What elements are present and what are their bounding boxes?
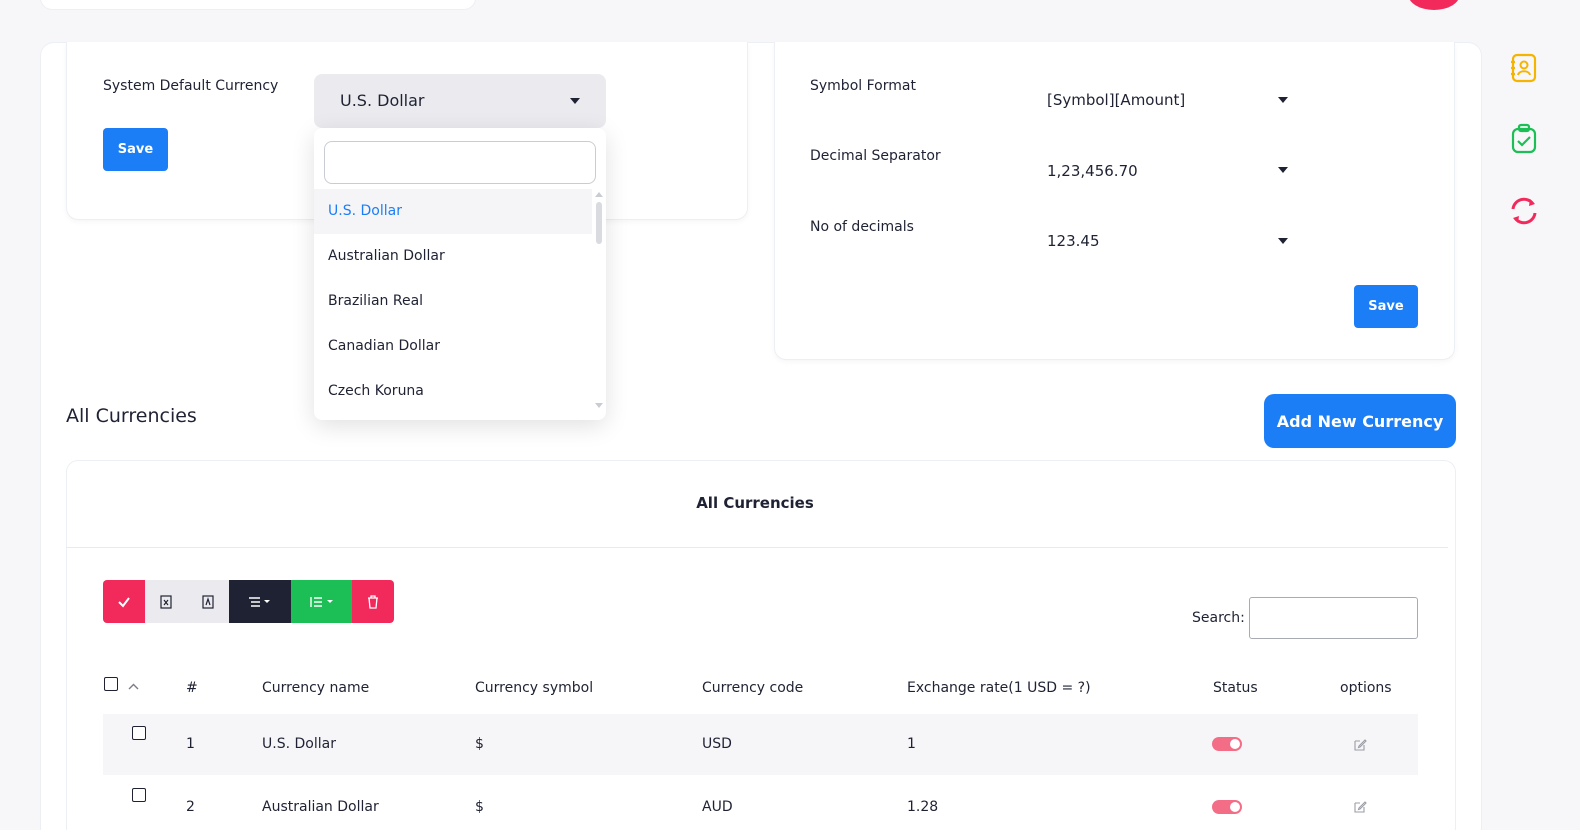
symbol-format-select[interactable]: [Symbol][Amount] — [1047, 91, 1185, 109]
trash-icon — [368, 594, 378, 609]
decimal-separator-select[interactable]: 1,23,456.70 — [1047, 162, 1138, 180]
pdf-file-icon — [202, 594, 214, 609]
contact-book-icon[interactable] — [1508, 52, 1540, 84]
currency-symbol: $ — [475, 799, 484, 815]
column-header-rate[interactable]: Exchange rate(1 USD = ?) — [907, 680, 1091, 696]
list-icon — [249, 596, 270, 607]
column-header-name[interactable]: Currency name — [262, 680, 369, 696]
column-header-number[interactable]: # — [186, 680, 198, 696]
scroll-up-icon[interactable] — [595, 192, 603, 197]
export-excel-button[interactable] — [145, 580, 187, 623]
table-search-input[interactable] — [1249, 597, 1418, 639]
default-currency-selected: U.S. Dollar — [340, 91, 425, 110]
chevron-down-icon[interactable] — [1278, 167, 1288, 173]
dropdown-option[interactable]: Canadian Dollar — [314, 324, 592, 369]
default-currency-save-button[interactable]: Save — [103, 128, 168, 171]
row-number: 2 — [186, 799, 195, 815]
column-header-symbol[interactable]: Currency symbol — [475, 680, 593, 696]
currency-code: AUD — [702, 799, 733, 815]
dropdown-option[interactable]: U.S. Dollar — [314, 189, 592, 234]
top-search-bar[interactable] — [40, 0, 476, 10]
symbol-format-label: Symbol Format — [810, 78, 916, 94]
currency-dropdown: U.S. Dollar Australian Dollar Brazilian … — [314, 128, 606, 420]
no-of-decimals-select[interactable]: 123.45 — [1047, 232, 1100, 250]
dropdown-option[interactable]: Brazilian Real — [314, 279, 592, 324]
section-title: All Currencies — [66, 405, 197, 427]
decimal-separator-label: Decimal Separator — [810, 148, 941, 164]
check-icon — [118, 596, 130, 608]
chevron-down-icon[interactable] — [1278, 238, 1288, 244]
default-currency-select[interactable]: U.S. Dollar — [314, 74, 606, 128]
row-checkbox[interactable] — [132, 788, 146, 802]
chevron-down-icon[interactable] — [1278, 97, 1288, 103]
table-card-title: All Currencies — [696, 494, 814, 512]
divider — [66, 547, 1448, 548]
dropdown-option[interactable]: Czech Koruna — [314, 369, 592, 414]
column-header-options: options — [1340, 680, 1392, 696]
scroll-down-icon[interactable] — [595, 403, 603, 408]
table-toolbar — [103, 580, 394, 623]
dropdown-scrollbar[interactable] — [596, 202, 602, 244]
avatar[interactable] — [1408, 0, 1460, 10]
exchange-rate: 1 — [907, 736, 916, 752]
sync-icon[interactable] — [1508, 195, 1540, 227]
currency-name: Australian Dollar — [262, 799, 379, 815]
select-all-button[interactable] — [103, 580, 145, 623]
column-header-status[interactable]: Status — [1213, 680, 1258, 696]
select-all-checkbox[interactable] — [104, 677, 118, 691]
dropdown-search-input[interactable] — [324, 141, 596, 184]
export-pdf-button[interactable] — [187, 580, 229, 623]
chevron-up-icon[interactable] — [128, 683, 139, 690]
chevron-down-icon — [570, 98, 580, 104]
columns-menu-button[interactable] — [229, 580, 291, 623]
format-save-button[interactable]: Save — [1354, 285, 1418, 328]
edit-icon[interactable] — [1354, 738, 1367, 751]
currency-code: USD — [702, 736, 732, 752]
dropdown-option[interactable]: Australian Dollar — [314, 234, 592, 279]
add-new-currency-button[interactable]: Add New Currency — [1264, 394, 1456, 448]
exchange-rate: 1.28 — [907, 799, 939, 815]
clipboard-check-icon[interactable] — [1508, 123, 1540, 155]
row-checkbox[interactable] — [132, 726, 146, 740]
default-currency-label: System Default Currency — [103, 78, 279, 94]
no-of-decimals-label: No of decimals — [810, 219, 914, 235]
currency-symbol: $ — [475, 736, 484, 752]
ordered-list-icon — [309, 596, 333, 607]
row-number: 1 — [186, 736, 195, 752]
column-header-code[interactable]: Currency code — [702, 680, 803, 696]
sort-menu-button[interactable] — [291, 580, 352, 623]
search-label: Search: — [1192, 610, 1245, 626]
status-toggle[interactable] — [1212, 737, 1242, 751]
excel-file-icon — [160, 594, 172, 609]
currency-name: U.S. Dollar — [262, 736, 336, 752]
edit-icon[interactable] — [1354, 800, 1367, 813]
delete-button[interactable] — [352, 580, 394, 623]
status-toggle[interactable] — [1212, 800, 1242, 814]
